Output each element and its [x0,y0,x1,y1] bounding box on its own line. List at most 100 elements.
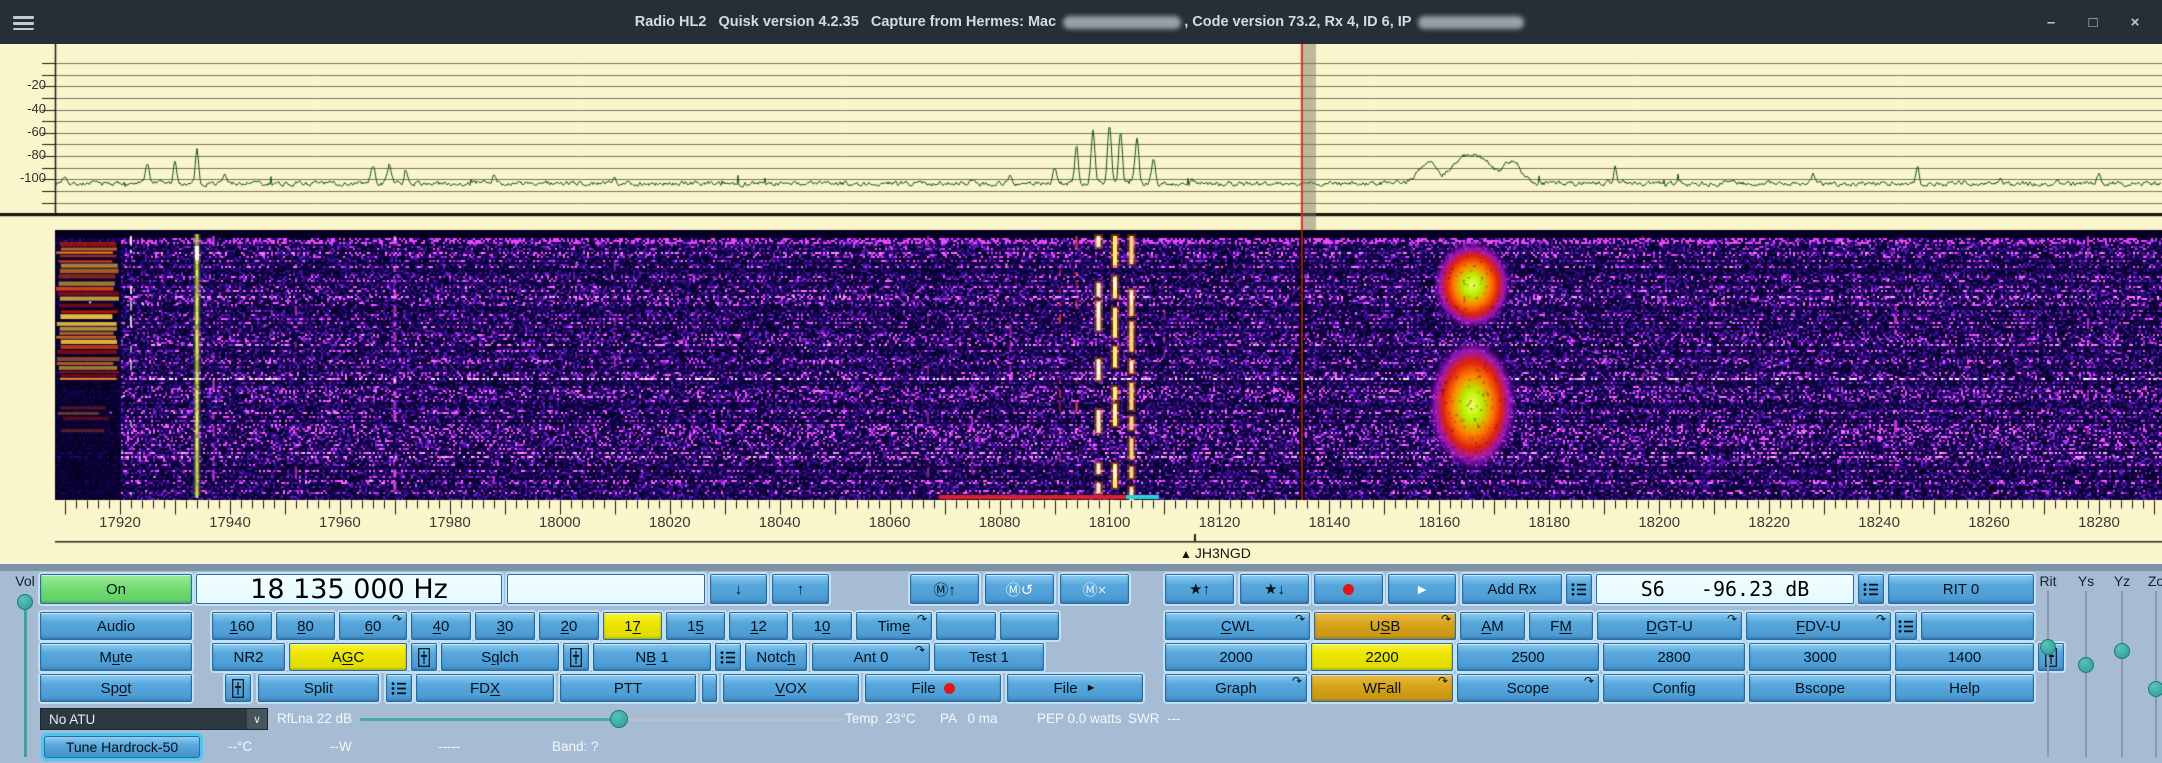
button-label: FM [1550,618,1572,635]
audio-button[interactable]: Audio [40,612,192,640]
button-label: CWL [1221,618,1254,635]
title-bar: Radio HL2 Quisk version 4.2.35 Capture f… [0,0,2162,44]
fdx-button[interactable]: FDX [416,674,554,702]
config-button[interactable]: Config [1603,674,1745,702]
band-up-button[interactable]: ↑ [772,574,829,604]
band-blank-button-2[interactable] [1000,612,1059,640]
button-label: Help [1949,680,1980,697]
rflna-slider-track-filled[interactable] [360,718,618,721]
band-time-button[interactable]: Time↷ [856,612,932,640]
band-15-button[interactable]: 15 [666,612,725,640]
nr2-button[interactable]: NR2 [212,643,285,671]
volume-slider-track[interactable] [24,602,27,757]
spectrum-waterfall-canvas[interactable] [0,44,2162,563]
rflna-slider-knob[interactable] [610,710,628,728]
mode-usb-button[interactable]: USB↷ [1314,612,1456,640]
play-button[interactable]: ► [1388,574,1456,604]
ptt-button[interactable]: PTT [560,674,696,702]
filter-1400-button[interactable]: 1400 [1895,643,2034,671]
squelch-button[interactable]: Sqlch [441,643,559,671]
zo-slider-knob[interactable] [2148,681,2162,697]
band-12-button[interactable]: 12 [729,612,788,640]
band-down-button[interactable]: ↓ [710,574,767,604]
file-play-button[interactable]: File► [1007,674,1143,702]
antenna-button[interactable]: Ant 0↷ [812,643,930,671]
filter-2200-button[interactable]: 2200 [1311,643,1453,671]
smeter-menu-button[interactable] [1566,574,1592,604]
memory-add-button[interactable]: Ⓜ↑ [910,574,979,604]
filter-2500-button[interactable]: 2500 [1457,643,1599,671]
yz-slider-track[interactable] [2121,591,2123,757]
agc-slider-button[interactable] [411,643,437,671]
mode-dgtu-button[interactable]: DGT-U↷ [1597,612,1742,640]
band-10-button[interactable]: 10 [792,612,852,640]
split-button[interactable]: Split [258,674,379,702]
mode-fdvu-button[interactable]: FDV-U↷ [1746,612,1891,640]
mode-cwl-button[interactable]: CWL↷ [1165,612,1310,640]
band-160-button[interactable]: 160 [212,612,272,640]
mode-menu-button[interactable] [1895,612,1917,640]
rit-slider-track[interactable] [2047,591,2049,757]
add-rx-button[interactable]: Add Rx [1462,574,1562,604]
graph-button[interactable]: Graph↷ [1165,674,1307,702]
atu-select[interactable]: No ATU ∨ [40,708,268,730]
mode-fm-button[interactable]: FM [1529,612,1593,640]
minimize-button[interactable]: – [2042,14,2060,31]
rit-button[interactable]: RIT 0 [1888,574,2034,604]
frequency-display[interactable]: 18 135 000 Hz [196,574,502,604]
band-60-button[interactable]: 60↷ [339,612,407,640]
favorite-open-button[interactable]: ★↓ [1240,574,1309,604]
menu-icon[interactable] [13,13,35,31]
rflna-slider-track[interactable] [630,718,845,721]
button-label: Bscope [1795,680,1845,697]
close-button[interactable]: × [2126,14,2144,31]
split-menu-button[interactable] [386,674,412,702]
ys-slider-knob[interactable] [2078,657,2094,673]
file-record-button[interactable]: File [865,674,1001,702]
spot-slider-button[interactable] [225,674,251,702]
filter-2000-button[interactable]: 2000 [1165,643,1307,671]
vox-button[interactable]: VOX [723,674,859,702]
mode-blank-button[interactable] [1921,612,2034,640]
band-17-button[interactable]: 17 [603,612,662,640]
button-label: 12 [750,618,767,635]
nb-menu-button[interactable] [715,643,741,671]
smeter-options-button[interactable] [1858,574,1884,604]
favorite-add-button[interactable]: ★↑ [1165,574,1234,604]
help-button[interactable]: Help [1895,674,2034,702]
zo-slider-track[interactable] [2155,591,2157,757]
ys-slider-track[interactable] [2085,591,2087,757]
ptt-blank-button[interactable] [702,674,717,702]
bscope-button[interactable]: Bscope [1749,674,1891,702]
nb1-button[interactable]: NB 1 [593,643,711,671]
mute-button[interactable]: Mute [40,643,192,671]
wfall-button[interactable]: WFall↷ [1311,674,1453,702]
agc-button[interactable]: AGC [289,643,407,671]
list-icon [720,650,737,665]
station-marker: ▲JH3NGD [1180,545,1251,561]
filter-3000-button[interactable]: 3000 [1749,643,1891,671]
test1-button[interactable]: Test 1 [934,643,1044,671]
record-button[interactable] [1314,574,1383,604]
notch-button[interactable]: Notch [745,643,807,671]
tune-hardrock-button[interactable]: Tune Hardrock-50 [44,736,200,758]
band-20-button[interactable]: 20 [539,612,599,640]
band-30-button[interactable]: 30 [475,612,535,640]
band-blank-button[interactable] [936,612,996,640]
mode-am-button[interactable]: AM [1460,612,1525,640]
scope-button[interactable]: Scope↷ [1457,674,1599,702]
spot-button[interactable]: Spot [40,674,192,702]
squelch-slider-button[interactable] [563,643,589,671]
band-40-button[interactable]: 40 [411,612,471,640]
yz-slider-knob[interactable] [2114,643,2130,659]
maximize-button[interactable]: □ [2084,14,2102,31]
atu-select-chevron-icon[interactable]: ∨ [247,709,267,729]
frequency-entry[interactable] [507,574,705,604]
rit-slider-knob[interactable] [2040,639,2056,655]
band-80-button[interactable]: 80 [276,612,335,640]
memory-delete-button[interactable]: Ⓜ× [1060,574,1129,604]
on-button[interactable]: On [40,574,192,604]
filter-2800-button[interactable]: 2800 [1603,643,1745,671]
memory-next-button[interactable]: Ⓜ↺ [985,574,1054,604]
volume-slider-knob[interactable] [17,594,33,610]
